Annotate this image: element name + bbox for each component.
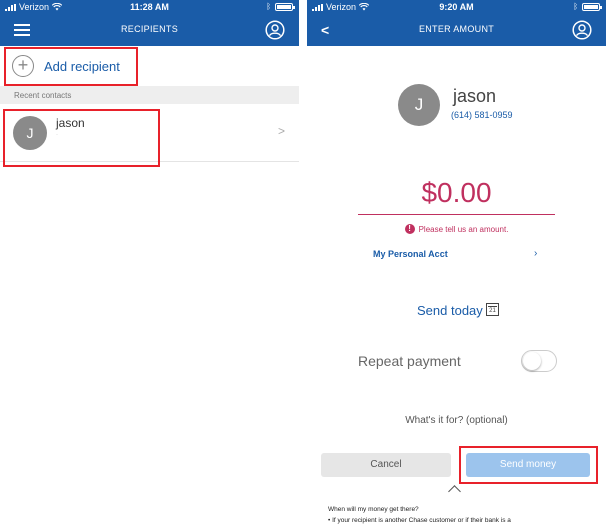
avatar: J (398, 84, 440, 126)
account-selector[interactable]: My Personal Acct (373, 249, 448, 259)
nav-bar: < ENTER AMOUNT (307, 14, 606, 46)
highlight-contact-row (3, 109, 160, 167)
page-title: RECIPIENTS (120, 24, 178, 34)
toggle-knob (523, 352, 541, 370)
nav-bar: RECIPIENTS (0, 14, 299, 46)
chevron-up-icon[interactable] (448, 485, 461, 498)
profile-icon[interactable] (265, 20, 285, 40)
amount-input[interactable]: $0.00 (307, 177, 606, 209)
info-question: When will my money get there? (328, 506, 419, 513)
page-title: ENTER AMOUNT (418, 24, 495, 34)
amount-underline (358, 214, 555, 215)
profile-icon[interactable] (572, 20, 592, 40)
chevron-right-icon[interactable]: › (534, 248, 537, 259)
recent-contacts-header: Recent contacts (0, 86, 299, 104)
chevron-right-icon: > (277, 124, 285, 138)
error-text: Please tell us an amount. (418, 224, 509, 234)
recipient-name: jason (453, 86, 497, 106)
cancel-button[interactable]: Cancel (321, 453, 451, 477)
bluetooth-icon: ᛒ (266, 2, 271, 11)
repeat-payment-label: Repeat payment (358, 353, 461, 369)
send-date-selector[interactable]: Send today (417, 303, 483, 318)
status-bar: Verizon 9:20 AM ᛒ (307, 0, 606, 14)
highlight-add-recipient (4, 47, 138, 86)
battery-icon (582, 2, 602, 11)
memo-input[interactable]: What's it for? (optional) (307, 415, 606, 426)
recipient-summary: J jason (614) 581-0959 (307, 46, 606, 134)
amount-error: ! Please tell us an amount. (307, 224, 606, 234)
battery-icon (275, 2, 295, 11)
calendar-icon[interactable]: 21 (486, 303, 499, 316)
status-bar: Verizon 11:28 AM ᛒ (0, 0, 299, 14)
recipient-phone: (614) 581-0959 (451, 110, 513, 120)
screen-divider (299, 0, 307, 531)
recipients-screen: Verizon 11:28 AM ᛒ RECIPIENTS + Add reci… (0, 0, 299, 531)
info-answer: • If your recipient is another Chase cus… (328, 517, 511, 524)
repeat-payment-toggle[interactable] (521, 350, 557, 372)
status-time: 11:28 AM (130, 2, 169, 12)
enter-amount-screen: Verizon 9:20 AM ᛒ < ENTER AMOUNT J jason… (307, 0, 606, 531)
alert-icon: ! (404, 224, 415, 234)
highlight-send-money (459, 446, 598, 484)
bluetooth-icon: ᛒ (573, 2, 578, 11)
status-time: 9:20 AM (439, 2, 474, 12)
